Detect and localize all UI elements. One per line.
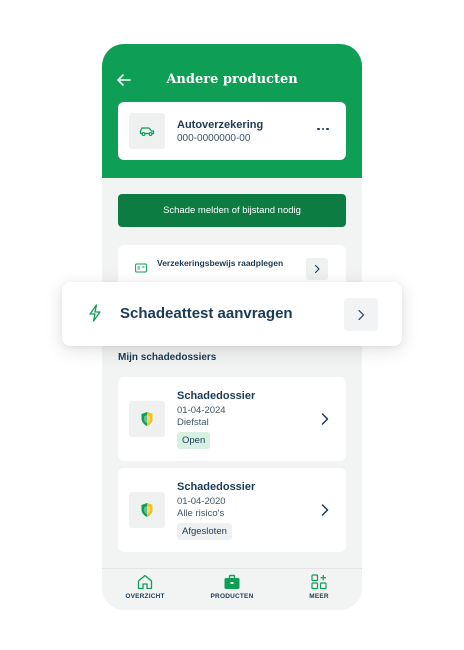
tab-label: OVERZICHT bbox=[125, 593, 165, 600]
lightning-icon bbox=[89, 304, 101, 322]
id-card-icon bbox=[135, 263, 147, 273]
menu-item-label: Schadeattest aanvragen bbox=[120, 305, 293, 322]
tab-more[interactable]: MEER bbox=[279, 574, 359, 608]
dot-icon bbox=[321, 127, 325, 131]
dot-icon bbox=[317, 127, 320, 131]
dossier-icon-tile bbox=[129, 492, 165, 528]
dossier-type: Diefstal bbox=[177, 417, 209, 428]
tab-products[interactable]: PRODUCTEN bbox=[192, 574, 272, 608]
briefcase-icon bbox=[224, 574, 240, 589]
product-card[interactable]: Autoverzekering 000-0000000-00 bbox=[118, 102, 346, 160]
dossier-icon-tile bbox=[129, 401, 165, 437]
status-badge: Afgesloten bbox=[177, 523, 232, 540]
dossier-date: 01-04-2024 bbox=[177, 405, 226, 416]
product-number: 000-0000000-00 bbox=[177, 133, 251, 144]
home-icon bbox=[137, 574, 153, 590]
dossier-type: Alle risico's bbox=[177, 508, 225, 519]
shield-icon bbox=[141, 412, 153, 426]
section-title: Mijn schadedossiers bbox=[118, 352, 217, 363]
tab-label: PRODUCTEN bbox=[210, 593, 254, 600]
bottom-tab-bar: OVERZICHT PRODUCTEN MEER bbox=[102, 568, 362, 610]
page-title: Andere producten bbox=[166, 72, 298, 87]
chevron-right-icon[interactable] bbox=[318, 411, 332, 427]
shield-icon bbox=[141, 503, 153, 517]
menu-item-label: Verzekeringsbewijs raadplegen bbox=[157, 258, 284, 268]
menu-item-damage-certificate[interactable]: Schadeattest aanvragen bbox=[62, 282, 402, 346]
chevron-right-icon[interactable] bbox=[318, 502, 332, 518]
dossier-card[interactable]: Schadedossier 01-04-2020 Alle risico's A… bbox=[118, 468, 346, 552]
tab-label: MEER bbox=[309, 593, 329, 600]
more-options-button[interactable] bbox=[312, 118, 334, 140]
dossier-card[interactable]: Schadedossier 01-04-2024 Diefstal Open bbox=[118, 377, 346, 461]
product-icon-tile bbox=[129, 113, 165, 149]
tab-overview[interactable]: OVERZICHT bbox=[105, 574, 185, 608]
dossier-date: 01-04-2020 bbox=[177, 496, 226, 507]
chevron-right-icon bbox=[358, 309, 365, 320]
dot-icon bbox=[326, 127, 329, 131]
status-badge: Open bbox=[177, 432, 211, 449]
chevron-right-icon bbox=[314, 264, 320, 274]
dossier-title: Schadedossier bbox=[177, 390, 256, 402]
grid-plus-icon bbox=[311, 574, 327, 590]
chevron-button[interactable] bbox=[306, 258, 328, 280]
chevron-button[interactable] bbox=[344, 298, 378, 331]
product-name: Autoverzekering bbox=[177, 119, 264, 131]
car-icon bbox=[139, 127, 155, 137]
report-damage-button[interactable]: Schade melden of bijstand nodig bbox=[118, 194, 346, 227]
dossier-title: Schadedossier bbox=[177, 481, 256, 493]
